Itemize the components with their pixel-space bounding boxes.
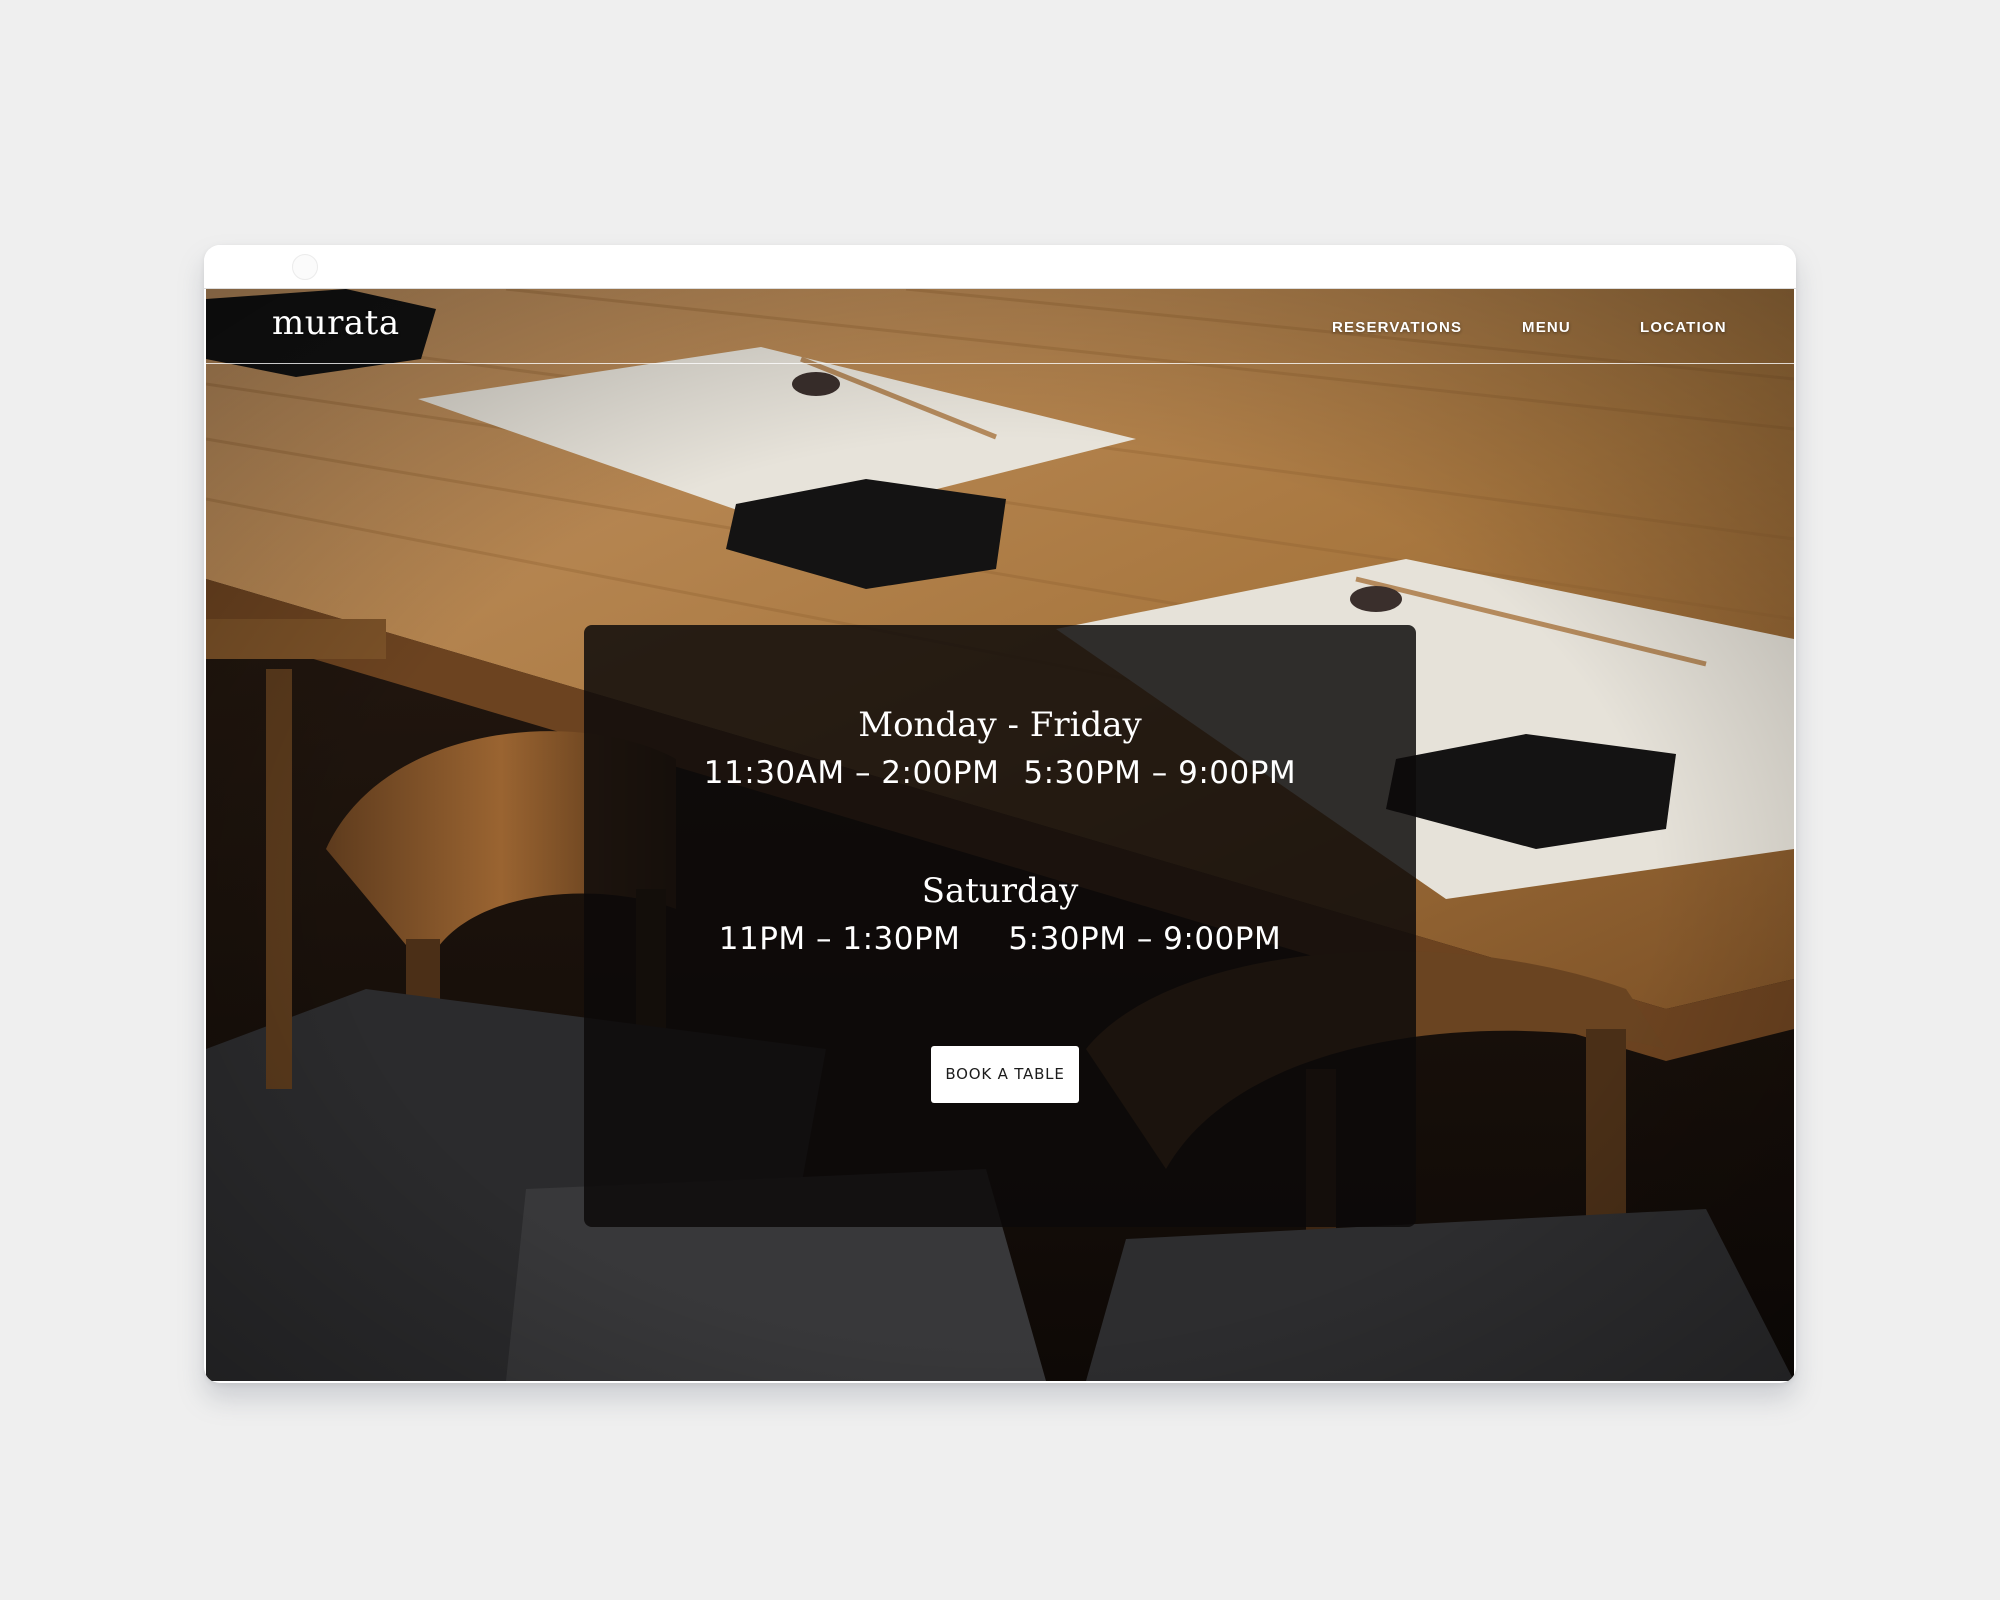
saturday-dinner-hours: 5:30PM – 9:00PM bbox=[1008, 921, 1282, 957]
weekday-hours: 11:30AM – 2:00PM 5:30PM – 9:00PM bbox=[584, 755, 1416, 791]
nav-location[interactable]: LOCATION bbox=[1640, 319, 1727, 336]
site-logo[interactable]: murata bbox=[272, 303, 400, 343]
website-viewport: murata RESERVATIONS MENU LOCATION Monday… bbox=[206, 289, 1794, 1381]
site-header: murata RESERVATIONS MENU LOCATION bbox=[206, 289, 1794, 364]
nav-menu[interactable]: MENU bbox=[1522, 319, 1571, 336]
weekday-heading: Monday - Friday bbox=[858, 705, 1142, 745]
browser-top-bar bbox=[204, 245, 1796, 289]
weekday-dinner-hours: 5:30PM – 9:00PM bbox=[1023, 755, 1297, 791]
saturday-lunch-hours: 11PM – 1:30PM bbox=[718, 921, 961, 957]
nav-reservations[interactable]: RESERVATIONS bbox=[1332, 319, 1462, 336]
weekday-lunch-hours: 11:30AM – 2:00PM bbox=[703, 755, 1000, 791]
browser-window: murata RESERVATIONS MENU LOCATION Monday… bbox=[204, 245, 1796, 1383]
saturday-hours: 11PM – 1:30PM 5:30PM – 9:00PM bbox=[584, 921, 1416, 957]
saturday-heading: Saturday bbox=[921, 871, 1079, 911]
book-table-button[interactable]: BOOK A TABLE bbox=[931, 1046, 1079, 1103]
circle-icon[interactable] bbox=[292, 254, 318, 280]
opening-hours-panel: Monday - Friday 11:30AM – 2:00PM 5:30PM –… bbox=[584, 625, 1416, 1227]
